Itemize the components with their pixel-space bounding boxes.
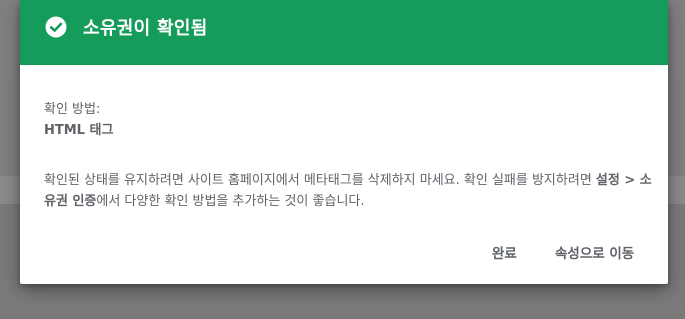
done-button[interactable]: 완료 [486, 238, 523, 266]
go-to-property-button[interactable]: 속성으로 이동 [549, 238, 640, 266]
ownership-verified-dialog: 소유권이 확인됨 확인 방법: HTML 태그 확인된 상태를 유지하려면 사이… [20, 0, 668, 284]
dialog-description: 확인된 상태를 유지하려면 사이트 홈페이지에서 메타태그를 삭제하지 마세요.… [44, 170, 654, 212]
dialog-header: 소유권이 확인됨 [20, 0, 668, 65]
description-text-2: 에서 다양한 확인 방법을 추가하는 것이 좋습니다. [96, 194, 365, 209]
verification-method-label: 확인 방법: [44, 102, 101, 117]
check-circle-icon [45, 16, 67, 38]
description-text-1: 확인된 상태를 유지하려면 사이트 홈페이지에서 메타태그를 삭제하지 마세요.… [44, 173, 596, 188]
dialog-title: 소유권이 확인됨 [83, 18, 208, 39]
verification-method-value: HTML 태그 [44, 123, 114, 138]
